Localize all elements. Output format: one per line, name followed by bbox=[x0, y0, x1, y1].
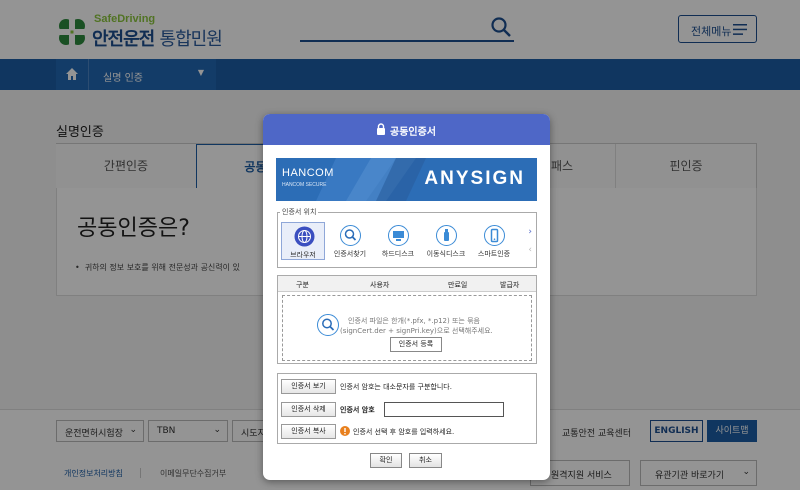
location-hard-disk[interactable]: 하드디스크 bbox=[376, 222, 420, 260]
banner-product: ANYSIGN bbox=[424, 168, 525, 189]
cert-hint-line2: (signCert.der + signPri.key)으로 선택해주세요. bbox=[340, 327, 493, 335]
cancel-button[interactable]: 취소 bbox=[409, 453, 442, 468]
ok-button[interactable]: 확인 bbox=[370, 453, 402, 468]
case-sensitive-note: 인증서 암호는 대소문자를 구분합니다. bbox=[340, 383, 452, 391]
delete-cert-button[interactable]: 인증서 삭제 bbox=[281, 402, 336, 417]
banner-brand-sub: HANCOM SECURE bbox=[282, 182, 327, 188]
page: SafeDriving 안전운전 통합민원 전체메뉴 실명 인증 ▼ 실명인증 … bbox=[0, 0, 800, 490]
location-smart-auth[interactable]: 스마트인증 bbox=[472, 222, 516, 260]
anysign-banner: HANCOM HANCOM SECURE ANYSIGN bbox=[276, 158, 537, 201]
warning-icon bbox=[340, 426, 350, 436]
next-arrow-icon[interactable]: › bbox=[528, 227, 532, 237]
location-label: 하드디스크 bbox=[381, 250, 415, 258]
hard-disk-icon bbox=[388, 225, 409, 246]
modal-header: 공동인증서 bbox=[263, 114, 550, 145]
cert-modal: 공동인증서 HANCOM HANCOM SECURE ANYSIGN 인증서 위… bbox=[263, 114, 550, 480]
banner-brand: HANCOM bbox=[282, 167, 334, 179]
col-type: 구분 bbox=[296, 281, 309, 289]
location-browser[interactable]: 브라우저 bbox=[281, 222, 325, 260]
copy-cert-button[interactable]: 인증서 복사 bbox=[281, 424, 336, 439]
cert-location-group: 인증서 위치 브라우저 인증서찾기 하드디스크 이동식디스크 스마트인증 › ‹ bbox=[277, 207, 537, 268]
col-expiry: 만료일 bbox=[448, 281, 468, 289]
location-find-cert[interactable]: 인증서찾기 bbox=[328, 222, 372, 260]
cert-actions: 인증서 보기 인증서 암호는 대소문자를 구분합니다. 인증서 삭제 인증서 암… bbox=[277, 373, 537, 444]
location-label: 인증서찾기 bbox=[333, 250, 367, 258]
globe-icon bbox=[294, 226, 315, 247]
location-removable-disk[interactable]: 이동식디스크 bbox=[424, 222, 468, 260]
magnifier-icon bbox=[317, 314, 339, 336]
prev-arrow-icon[interactable]: ‹ bbox=[528, 245, 532, 255]
magnifier-icon bbox=[340, 225, 361, 246]
location-label: 브라우저 bbox=[290, 251, 316, 259]
usb-drive-icon bbox=[436, 225, 457, 246]
modal-title: 공동인증서 bbox=[390, 127, 436, 138]
col-issuer: 발급자 bbox=[500, 281, 520, 289]
cert-hint-line1: 인증서 파일은 한개(*.pfx, *.p12) 또는 묶음 bbox=[348, 317, 480, 325]
table-header: 구분 사용자 만료일 발급자 bbox=[278, 276, 536, 292]
location-label: 스마트인증 bbox=[477, 250, 511, 258]
col-user: 사용자 bbox=[370, 281, 390, 289]
select-then-password-note: 인증서 선택 후 암호를 입력하세요. bbox=[353, 428, 455, 436]
password-label: 인증서 암호 bbox=[340, 406, 375, 414]
location-label: 이동식디스크 bbox=[426, 250, 466, 258]
smartphone-icon bbox=[484, 225, 505, 246]
cert-drop-area[interactable]: 인증서 파일은 한개(*.pfx, *.p12) 또는 묶음 (signCert… bbox=[282, 295, 532, 361]
cert-table: 구분 사용자 만료일 발급자 인증서 파일은 한개(*.pfx, *.p12) … bbox=[277, 275, 537, 364]
register-cert-button[interactable]: 인증서 등록 bbox=[390, 337, 442, 352]
lock-icon bbox=[377, 123, 385, 135]
cert-location-legend: 인증서 위치 bbox=[280, 207, 319, 217]
cert-password-input[interactable] bbox=[384, 402, 504, 417]
view-cert-button[interactable]: 인증서 보기 bbox=[281, 379, 336, 394]
